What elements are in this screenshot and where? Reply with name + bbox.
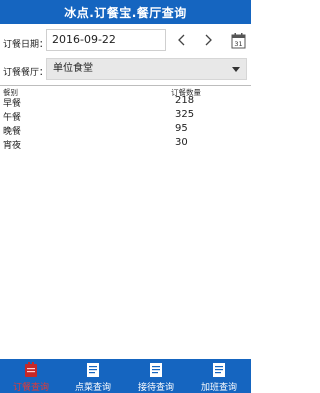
reception-doc-icon: [150, 363, 162, 377]
tab-label: 点菜查询: [74, 383, 111, 393]
meal-count: 325: [175, 109, 195, 120]
meal-count: 218: [175, 95, 195, 106]
bottom-tab-bar: 订餐查询 点菜查询 接待查询 加班查询: [0, 359, 251, 393]
chevron-right-icon: [205, 34, 212, 46]
tab-dish-query[interactable]: 点菜查询: [62, 359, 124, 393]
tab-reception-query[interactable]: 接待查询: [125, 359, 187, 393]
date-field[interactable]: 2016-09-22: [46, 29, 166, 51]
calendar-button[interactable]: 31: [231, 32, 246, 49]
table-row: 宵夜 30: [0, 137, 251, 151]
svg-text:31: 31: [234, 40, 242, 48]
table-row: 早餐 218: [0, 95, 251, 109]
table-row: 晚餐 95: [0, 123, 251, 137]
overtime-doc-icon: [213, 363, 225, 377]
meal-name: 晚餐: [3, 127, 22, 137]
page-title: 冰点.订餐宝.餐厅查询: [64, 5, 187, 20]
next-date-button[interactable]: [201, 31, 215, 49]
meal-name: 午餐: [3, 113, 22, 123]
tab-label: 接待查询: [137, 383, 174, 393]
restaurant-label: 订餐餐厅：: [3, 68, 49, 78]
meal-count: 95: [175, 123, 188, 134]
tab-overtime-query[interactable]: 加班查询: [188, 359, 250, 393]
tab-label: 订餐查询: [12, 383, 49, 393]
calendar-icon: 31: [231, 33, 246, 49]
tab-order-query[interactable]: 订餐查询: [0, 359, 62, 393]
meal-count: 30: [175, 137, 188, 148]
table-header: 餐别 订餐数量: [0, 85, 251, 97]
date-filter-row: 订餐日期： 2016-09-22 31: [0, 27, 251, 55]
restaurant-icon: [25, 362, 37, 377]
chevron-left-icon: [178, 34, 185, 46]
prev-date-button[interactable]: [175, 31, 189, 49]
dropdown-arrow-icon: [232, 67, 240, 72]
menu-doc-icon: [87, 363, 99, 377]
meal-name: 宵夜: [3, 141, 22, 151]
table-row: 午餐 325: [0, 109, 251, 123]
restaurant-filter-row: 订餐餐厅： 单位食堂: [0, 57, 251, 83]
tab-label: 加班查询: [200, 383, 237, 393]
meal-name: 早餐: [3, 99, 22, 109]
restaurant-select[interactable]: 单位食堂: [46, 58, 247, 80]
date-label: 订餐日期：: [3, 40, 49, 50]
app-header: 冰点.订餐宝.餐厅查询: [0, 0, 251, 24]
restaurant-select-value: 单位食堂: [53, 63, 93, 74]
